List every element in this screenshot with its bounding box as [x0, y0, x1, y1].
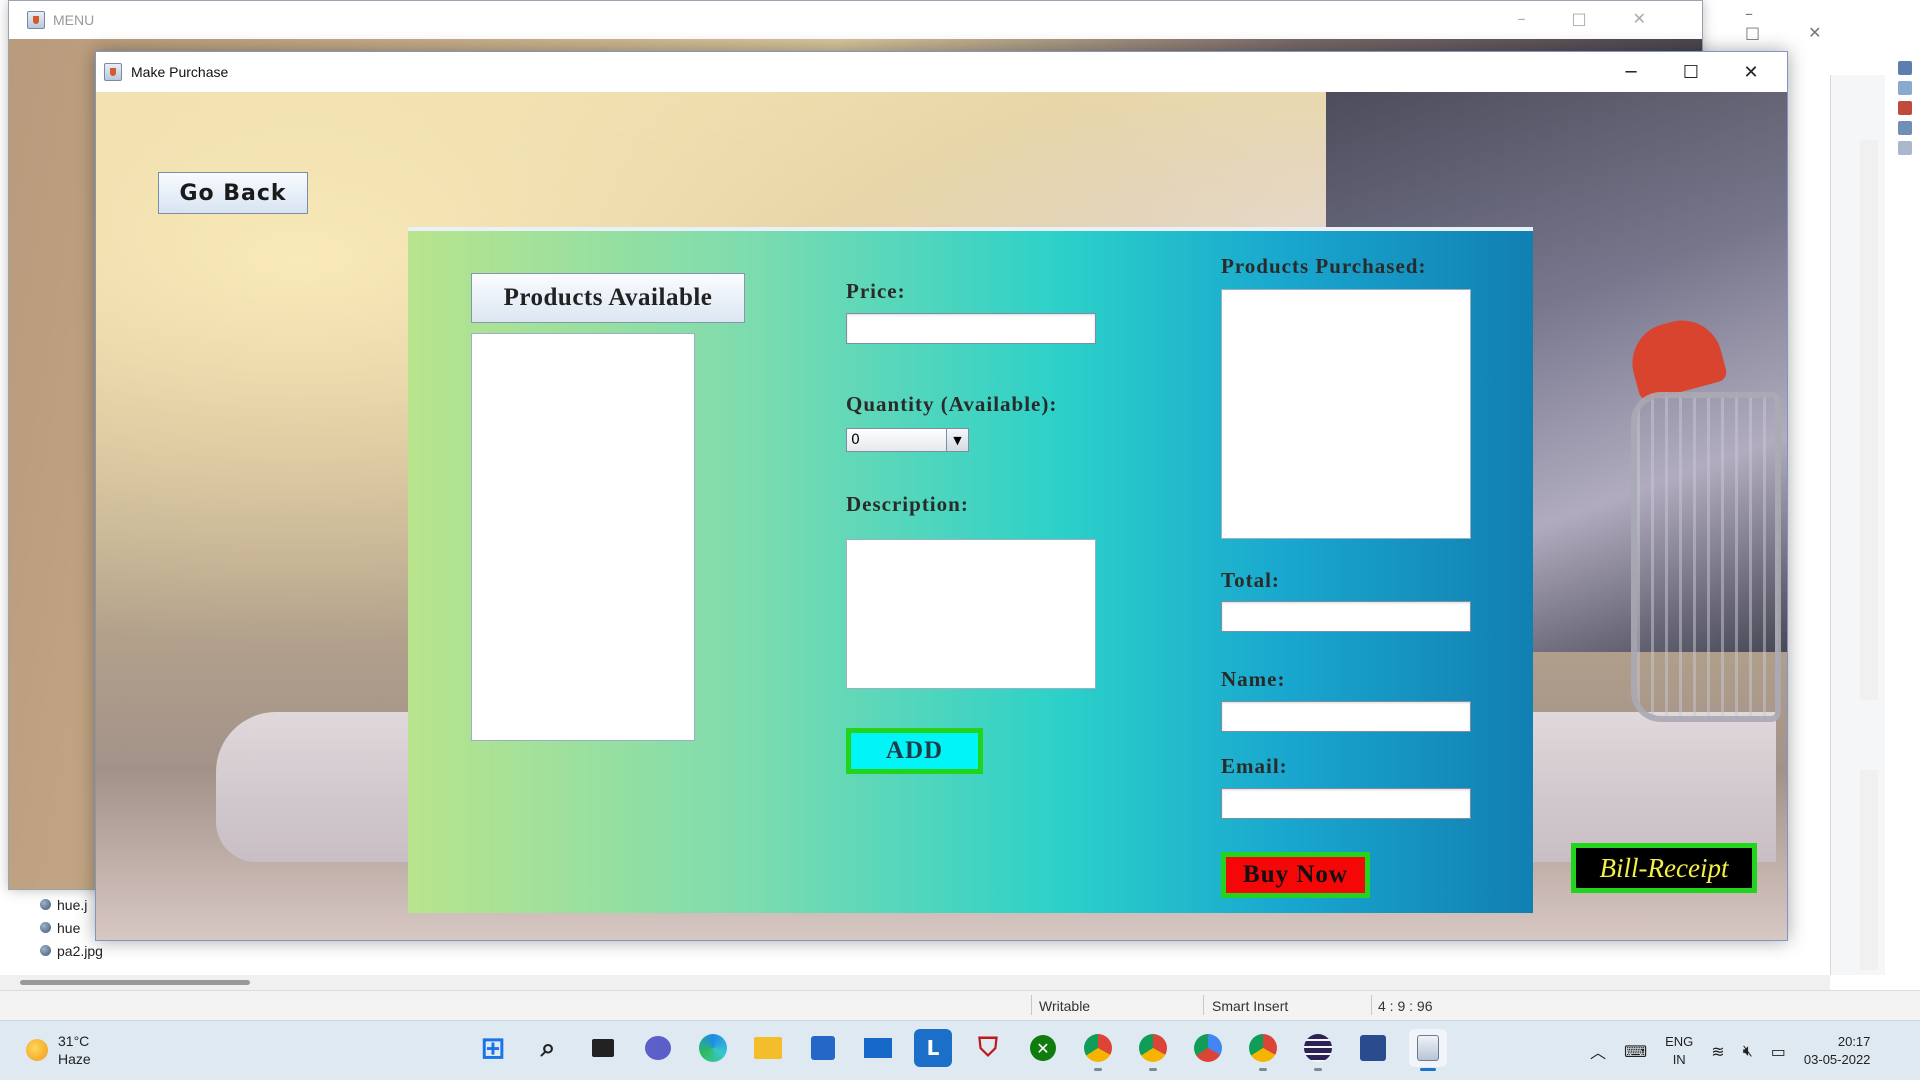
language-indicator[interactable]: ENG IN — [1665, 1033, 1693, 1069]
purchase-window-title: Make Purchase — [131, 64, 229, 80]
quantity-dropdown[interactable]: 0 ▼ — [846, 428, 969, 452]
status-position: 4 : 9 : 96 — [1378, 998, 1433, 1014]
java-app-icon[interactable] — [1409, 1029, 1447, 1071]
purchase-content: Go Back Products Available Price: Quanti… — [96, 92, 1787, 940]
make-purchase-window: Make Purchase ─ ☐ ✕ Go Back Products Ava… — [95, 51, 1788, 941]
total-label: Total: — [1221, 568, 1280, 592]
clock-time: 20:17 — [1837, 1034, 1871, 1049]
project-file-list: hue.j hue pa2.jpg — [40, 893, 103, 962]
store-icon[interactable] — [804, 1029, 842, 1067]
team-icon[interactable] — [1898, 141, 1912, 155]
quantity-label: Quantity (Available): — [846, 392, 1058, 416]
ide-status-bar: Writable Smart Insert 4 : 9 : 96 — [0, 990, 1920, 1020]
buy-now-button[interactable]: Buy Now — [1221, 852, 1370, 898]
l-app-icon[interactable]: L — [914, 1029, 952, 1067]
chrome-icon[interactable] — [1079, 1029, 1117, 1071]
minimize-icon: ─ — [1625, 61, 1637, 83]
ide-horizontal-scrollbar[interactable] — [20, 980, 250, 985]
status-separator — [1371, 995, 1372, 1015]
quantity-selected-value: 0 — [851, 432, 860, 448]
status-insert-mode: Smart Insert — [1212, 998, 1289, 1014]
chrome-profile-icon[interactable] — [1134, 1029, 1172, 1071]
ide-vertical-scrollbar[interactable] — [1860, 140, 1878, 700]
haze-weather-icon — [26, 1039, 48, 1061]
snipping-tool-icon[interactable] — [1354, 1029, 1392, 1067]
file-item[interactable]: hue.j — [40, 893, 103, 916]
image-file-icon — [40, 899, 51, 910]
description-textarea[interactable] — [846, 539, 1096, 689]
git-icon[interactable] — [1898, 121, 1912, 135]
eclipse-icon[interactable] — [1299, 1029, 1337, 1071]
products-purchased-list[interactable] — [1221, 289, 1471, 539]
weather-widget[interactable]: 31°C Haze — [26, 1032, 91, 1068]
xbox-icon[interactable]: ✕ — [1024, 1029, 1062, 1067]
system-tray: ︿ ⌨ ENG IN ≋ 🔇︎ ▭ 20:17 03-05-2022 — [1590, 1029, 1870, 1073]
speaker-muted-icon[interactable]: 🔇︎ — [1743, 1041, 1753, 1061]
edge-icon[interactable] — [694, 1029, 732, 1067]
name-label: Name: — [1221, 667, 1286, 691]
maximize-icon: ☐ — [1682, 61, 1700, 83]
file-explorer-icon[interactable] — [749, 1029, 787, 1067]
status-writable: Writable — [1039, 998, 1091, 1014]
add-button[interactable]: ADD — [846, 728, 983, 774]
purchase-titlebar[interactable]: Make Purchase — [96, 52, 1787, 92]
weather-description: Haze — [58, 1051, 91, 1067]
close-icon: ✕ — [1743, 61, 1759, 83]
purchase-panel: Products Available Price: Quantity (Avai… — [408, 227, 1533, 913]
menu-titlebar[interactable]: MENU — [9, 1, 1702, 39]
name-field[interactable] — [1221, 701, 1471, 732]
search-icon[interactable]: ⌕ — [529, 1029, 567, 1067]
price-label: Price: — [846, 279, 906, 303]
status-separator — [1031, 995, 1032, 1015]
chevron-up-icon[interactable]: ︿ — [1590, 1039, 1606, 1063]
image-file-icon — [40, 945, 51, 956]
java-icon — [104, 63, 122, 81]
products-available-list[interactable] — [471, 333, 695, 741]
file-item[interactable]: pa2.jpg — [40, 939, 103, 962]
debug-icon[interactable] — [1898, 101, 1912, 115]
bill-receipt-button[interactable]: Bill-Receipt — [1571, 843, 1757, 893]
status-separator — [1203, 995, 1204, 1015]
ide-toolbar-right — [1890, 55, 1920, 185]
windows-taskbar: 31°C Haze ⊞ ⌕ L ⛉ ✕ ︿ ⌨ ENG IN ≋ 🔇︎ ▭ 20… — [0, 1020, 1920, 1080]
clock-date: 03-05-2022 — [1803, 1052, 1871, 1067]
ide-horizontal-scroll-track — [0, 975, 1830, 990]
go-back-button[interactable]: Go Back — [158, 172, 308, 214]
battery-icon[interactable]: ▭ — [1771, 1042, 1786, 1061]
ide-window-controls[interactable]: –□✕ — [1745, 4, 1920, 42]
start-icon[interactable]: ⊞ — [474, 1029, 512, 1067]
image-file-icon — [40, 922, 51, 933]
chrome-profile-3-icon[interactable] — [1244, 1029, 1282, 1071]
menu-window-title: MENU — [53, 12, 95, 28]
description-label: Description: — [846, 492, 969, 516]
perspective-icon[interactable] — [1898, 61, 1912, 75]
menu-window-controls[interactable]: –□✕ — [1517, 9, 1692, 28]
chat-icon[interactable] — [639, 1029, 677, 1067]
background-cart — [1631, 392, 1781, 722]
java-perspective-icon[interactable] — [1898, 81, 1912, 95]
products-available-button[interactable]: Products Available — [471, 273, 745, 323]
email-field[interactable] — [1221, 788, 1471, 819]
clock[interactable]: 20:17 03-05-2022 — [1804, 1033, 1871, 1069]
minimize-button[interactable]: ─ — [1601, 52, 1661, 92]
products-purchased-label: Products Purchased: — [1221, 254, 1427, 278]
maximize-button[interactable]: ☐ — [1661, 52, 1721, 92]
price-field[interactable] — [846, 313, 1096, 344]
chrome-profile-2-icon[interactable] — [1189, 1029, 1227, 1067]
total-field[interactable] — [1221, 601, 1471, 632]
chevron-down-icon[interactable]: ▼ — [946, 429, 968, 451]
mcafee-icon[interactable]: ⛉ — [969, 1029, 1007, 1067]
java-icon — [27, 11, 45, 29]
keyboard-icon[interactable]: ⌨ — [1624, 1042, 1647, 1061]
wifi-icon[interactable]: ≋ — [1711, 1042, 1724, 1061]
ide-vertical-scrollbar-lower[interactable] — [1860, 770, 1878, 970]
mail-icon[interactable] — [859, 1029, 897, 1067]
email-label: Email: — [1221, 754, 1288, 778]
weather-temperature: 31°C — [58, 1033, 90, 1049]
close-button[interactable]: ✕ — [1721, 52, 1781, 92]
task-view-icon[interactable] — [584, 1029, 622, 1067]
file-item[interactable]: hue — [40, 916, 103, 939]
taskbar-apps: ⊞ ⌕ L ⛉ ✕ — [474, 1029, 1447, 1071]
